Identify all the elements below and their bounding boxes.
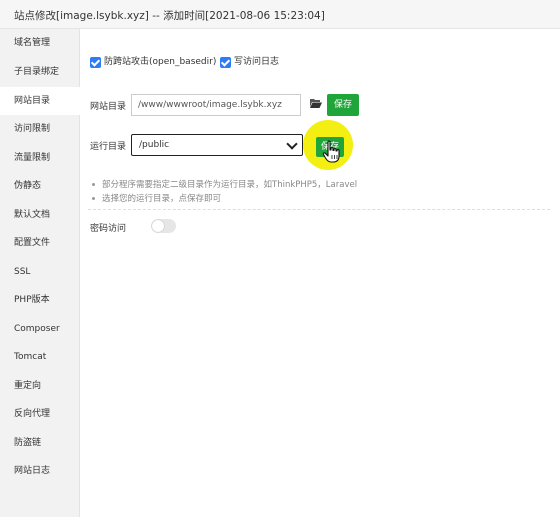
sidebar-item-site-log[interactable]: 网站日志: [0, 457, 79, 485]
password-access-toggle[interactable]: [151, 219, 176, 233]
anti-xss-checkbox[interactable]: [90, 57, 101, 68]
sidebar-item-redirect[interactable]: 重定向: [0, 372, 79, 400]
divider: [88, 209, 550, 210]
sidebar-item-domain-management[interactable]: 域名管理: [0, 29, 79, 57]
toggle-knob: [152, 220, 164, 232]
access-log-checkbox[interactable]: [220, 57, 231, 68]
sidebar-item-config-file[interactable]: 配置文件: [0, 229, 79, 257]
run-dir-label: 运行目录: [90, 142, 127, 152]
site-dir-label: 网站目录: [90, 102, 127, 112]
sidebar-item-access-restriction[interactable]: 访问限制: [0, 115, 79, 143]
chevron-down-icon: [286, 138, 298, 150]
sidebar: 域名管理 子目录绑定 网站目录 访问限制 流量限制 伪静态 默认文档 配置文件 …: [0, 29, 80, 517]
dialog-titlebar: 站点修改[image.lsybk.xyz] -- 添加时间[2021-08-06…: [0, 0, 560, 29]
tip-item: 部分程序需要指定二级目录作为运行目录，如ThinkPHP5，Laravel: [92, 178, 357, 192]
hand-cursor-icon: [322, 140, 342, 164]
anti-xss-label: 防跨站攻击(open_basedir): [104, 57, 217, 67]
sidebar-item-traffic-limit[interactable]: 流量限制: [0, 144, 79, 172]
dialog-title: 站点修改[image.lsybk.xyz] -- 添加时间[2021-08-06…: [14, 10, 325, 22]
sidebar-item-subdirectory-binding[interactable]: 子目录绑定: [0, 58, 79, 86]
tip-item: 选择您的运行目录，点保存即可: [92, 192, 357, 206]
sidebar-item-composer[interactable]: Composer: [0, 315, 79, 343]
password-access-label: 密码访问: [90, 224, 127, 234]
run-dir-select[interactable]: /public: [131, 134, 303, 156]
access-log-label: 写访问日志: [234, 57, 280, 67]
sidebar-item-rewrite[interactable]: 伪静态: [0, 172, 79, 200]
folder-open-icon[interactable]: [310, 98, 322, 108]
sidebar-item-tomcat[interactable]: Tomcat: [0, 343, 79, 371]
run-dir-select-value: /public: [139, 140, 170, 150]
sidebar-item-hotlink-protection[interactable]: 防盗链: [0, 429, 79, 457]
sidebar-item-ssl[interactable]: SSL: [0, 258, 79, 286]
site-dir-save-button[interactable]: 保存: [327, 94, 359, 116]
sidebar-item-site-directory[interactable]: 网站目录: [0, 87, 80, 115]
site-dir-input[interactable]: /www/wwwroot/image.lsybk.xyz: [131, 94, 301, 116]
sidebar-item-php-version[interactable]: PHP版本: [0, 286, 79, 314]
sidebar-item-default-document[interactable]: 默认文档: [0, 201, 79, 229]
tips-list: 部分程序需要指定二级目录作为运行目录，如ThinkPHP5，Laravel 选择…: [92, 178, 357, 206]
sidebar-item-reverse-proxy[interactable]: 反向代理: [0, 400, 79, 428]
